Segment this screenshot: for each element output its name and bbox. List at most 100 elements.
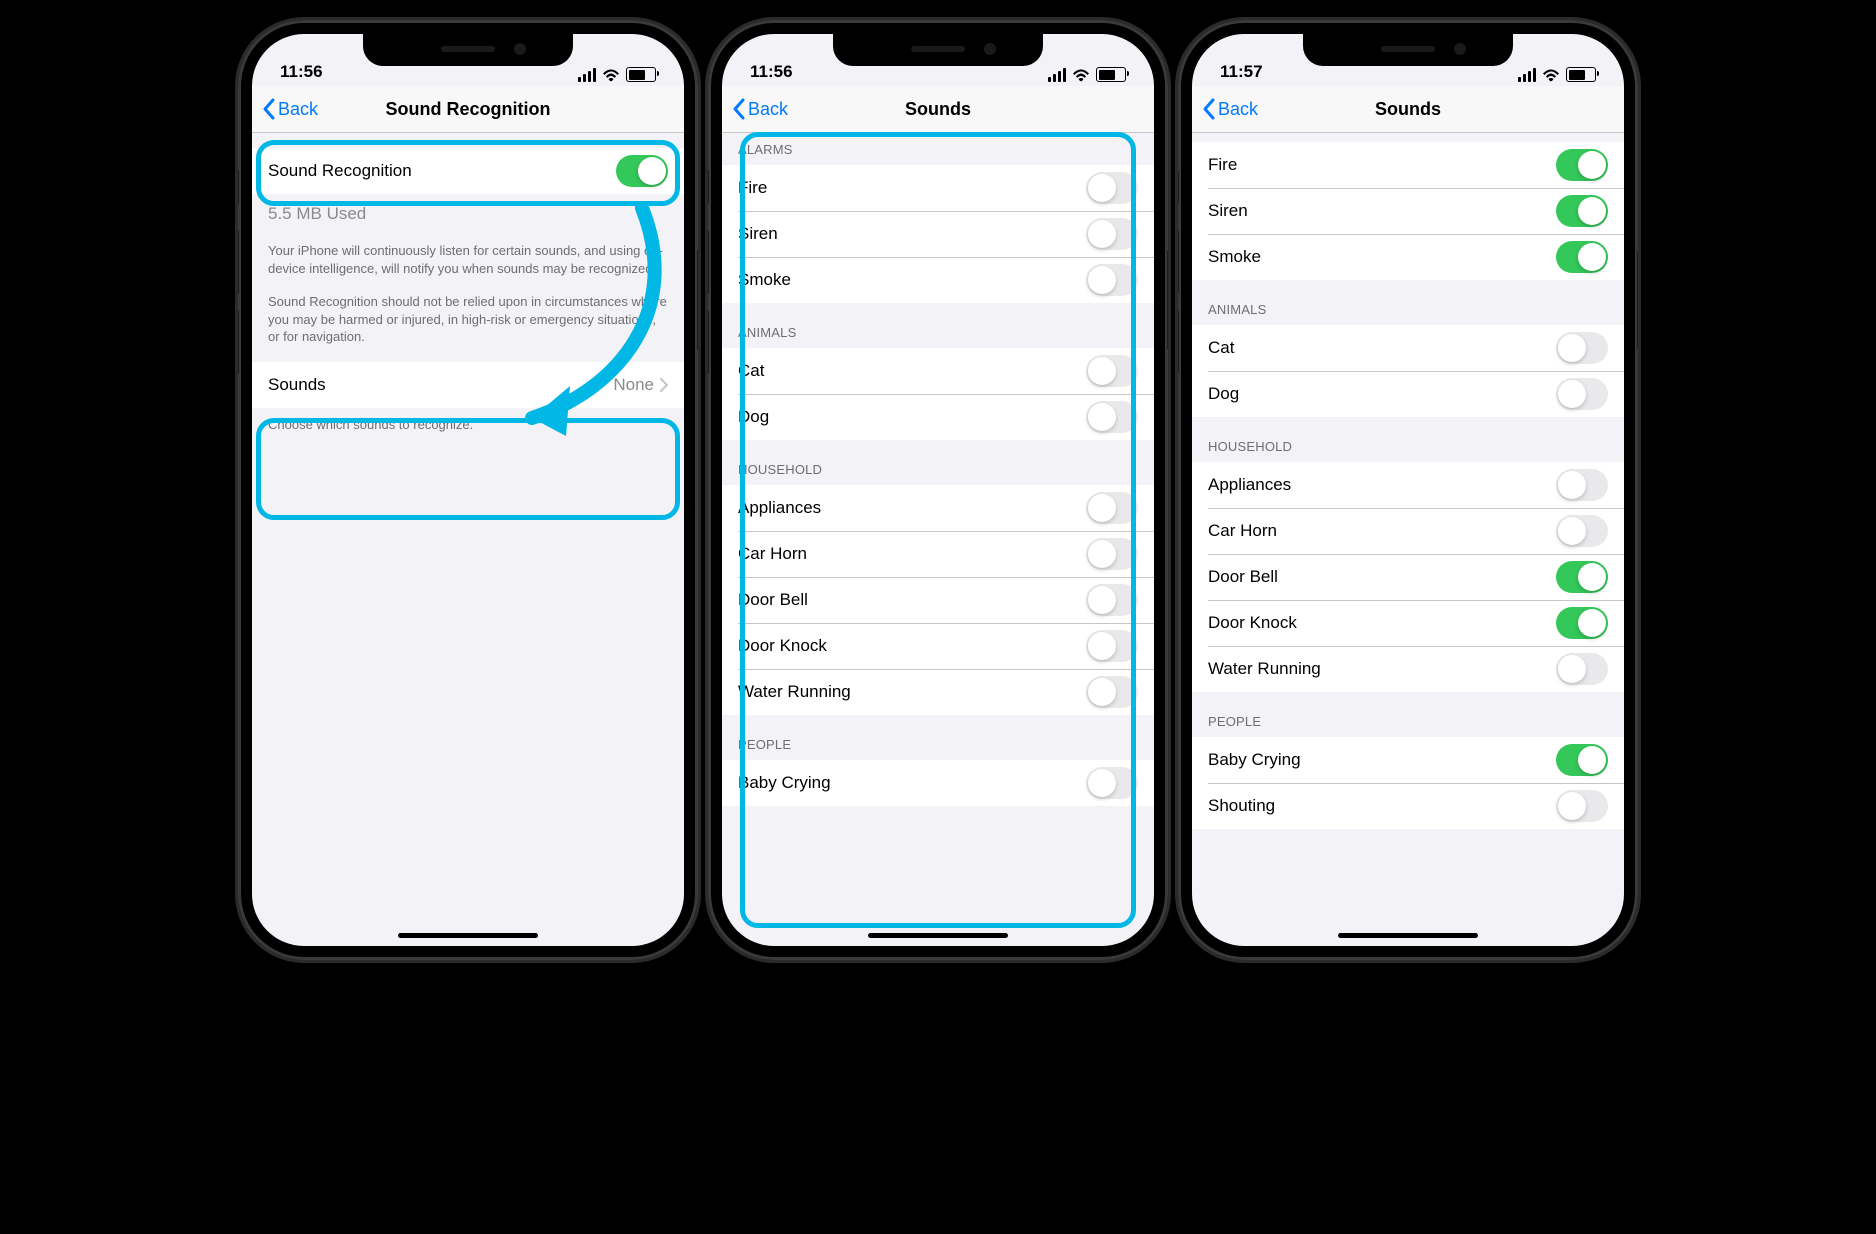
sound-toggle-smoke[interactable] xyxy=(1086,264,1138,296)
sound-row-door-bell[interactable]: Door Bell xyxy=(1192,554,1624,600)
back-button[interactable]: Back xyxy=(1202,98,1258,120)
sound-label: Water Running xyxy=(738,682,1086,702)
sound-label: Door Knock xyxy=(738,636,1086,656)
sound-toggle-door-bell[interactable] xyxy=(1086,584,1138,616)
sound-row-smoke[interactable]: Smoke xyxy=(722,257,1154,303)
cellular-signal-icon xyxy=(1048,68,1066,82)
sound-toggle-door-knock[interactable] xyxy=(1556,607,1608,639)
sound-toggle-car-horn[interactable] xyxy=(1086,538,1138,570)
sound-label: Door Knock xyxy=(1208,613,1556,633)
battery-icon xyxy=(1566,67,1596,82)
nav-title: Sounds xyxy=(1375,99,1441,120)
sound-row-cat[interactable]: Cat xyxy=(722,348,1154,394)
cellular-signal-icon xyxy=(578,68,596,82)
sound-toggle-siren[interactable] xyxy=(1086,218,1138,250)
sound-label: Appliances xyxy=(1208,475,1556,495)
description-text-2: Sound Recognition should not be relied u… xyxy=(252,285,684,354)
nav-title: Sounds xyxy=(905,99,971,120)
sound-toggle-cat[interactable] xyxy=(1556,332,1608,364)
sound-row-fire[interactable]: Fire xyxy=(1192,142,1624,188)
chevron-left-icon xyxy=(262,98,276,120)
chevron-left-icon xyxy=(732,98,746,120)
sound-row-car-horn[interactable]: Car Horn xyxy=(1192,508,1624,554)
sound-row-appliances[interactable]: Appliances xyxy=(722,485,1154,531)
sound-toggle-baby-crying[interactable] xyxy=(1086,767,1138,799)
sound-label: Siren xyxy=(738,224,1086,244)
nav-bar: Back Sound Recognition xyxy=(252,86,684,133)
sound-label: Baby Crying xyxy=(738,773,1086,793)
sound-recognition-toggle[interactable] xyxy=(616,155,668,187)
section-header: HOUSEHOLD xyxy=(1192,417,1624,462)
sound-toggle-smoke[interactable] xyxy=(1556,241,1608,273)
wifi-icon xyxy=(1072,68,1090,82)
sound-toggle-car-horn[interactable] xyxy=(1556,515,1608,547)
battery-icon xyxy=(1096,67,1126,82)
sound-toggle-appliances[interactable] xyxy=(1556,469,1608,501)
sound-toggle-water-running[interactable] xyxy=(1086,676,1138,708)
cellular-signal-icon xyxy=(1518,68,1536,82)
sound-recognition-toggle-row[interactable]: Sound Recognition xyxy=(252,148,684,194)
sound-row-baby-crying[interactable]: Baby Crying xyxy=(722,760,1154,806)
sound-row-dog[interactable]: Dog xyxy=(1192,371,1624,417)
section-header: PEOPLE xyxy=(722,715,1154,760)
sound-label: Dog xyxy=(738,407,1086,427)
sound-row-shouting[interactable]: Shouting xyxy=(1192,783,1624,829)
sound-row-water-running[interactable]: Water Running xyxy=(1192,646,1624,692)
sound-row-door-bell[interactable]: Door Bell xyxy=(722,577,1154,623)
sound-toggle-siren[interactable] xyxy=(1556,195,1608,227)
sound-toggle-fire[interactable] xyxy=(1556,149,1608,181)
home-indicator[interactable] xyxy=(398,933,538,938)
sound-toggle-shouting[interactable] xyxy=(1556,790,1608,822)
back-label: Back xyxy=(278,99,318,120)
sound-row-door-knock[interactable]: Door Knock xyxy=(722,623,1154,669)
sound-row-appliances[interactable]: Appliances xyxy=(1192,462,1624,508)
sound-label: Appliances xyxy=(738,498,1086,518)
section-header: ANIMALS xyxy=(722,303,1154,348)
sound-toggle-door-knock[interactable] xyxy=(1086,630,1138,662)
sound-toggle-baby-crying[interactable] xyxy=(1556,744,1608,776)
sound-toggle-door-bell[interactable] xyxy=(1556,561,1608,593)
back-button[interactable]: Back xyxy=(262,98,318,120)
sound-row-cat[interactable]: Cat xyxy=(1192,325,1624,371)
sound-row-door-knock[interactable]: Door Knock xyxy=(1192,600,1624,646)
description-text-1: Your iPhone will continuously listen for… xyxy=(252,234,684,285)
sound-row-baby-crying[interactable]: Baby Crying xyxy=(1192,737,1624,783)
toggle-label: Sound Recognition xyxy=(268,161,616,181)
sound-toggle-fire[interactable] xyxy=(1086,172,1138,204)
sounds-footer: Choose which sounds to recognize. xyxy=(252,408,684,442)
home-indicator[interactable] xyxy=(1338,933,1478,938)
section-header: ANIMALS xyxy=(1192,280,1624,325)
back-label: Back xyxy=(748,99,788,120)
sound-row-car-horn[interactable]: Car Horn xyxy=(722,531,1154,577)
sound-label: Dog xyxy=(1208,384,1556,404)
phone-sound-recognition: 11:56 Back Sound Recognition Sound Recog… xyxy=(238,20,698,960)
status-time: 11:57 xyxy=(1220,62,1263,82)
sound-label: Smoke xyxy=(738,270,1086,290)
sound-row-smoke[interactable]: Smoke xyxy=(1192,234,1624,280)
sound-row-siren[interactable]: Siren xyxy=(722,211,1154,257)
sound-label: Smoke xyxy=(1208,247,1556,267)
sounds-row[interactable]: Sounds None xyxy=(252,362,684,408)
sound-row-fire[interactable]: Fire xyxy=(722,165,1154,211)
storage-used-label: 5.5 MB Used xyxy=(252,194,684,234)
back-button[interactable]: Back xyxy=(732,98,788,120)
sound-toggle-dog[interactable] xyxy=(1086,401,1138,433)
home-indicator[interactable] xyxy=(868,933,1008,938)
chevron-left-icon xyxy=(1202,98,1216,120)
status-time: 11:56 xyxy=(280,62,323,82)
sound-toggle-water-running[interactable] xyxy=(1556,653,1608,685)
sound-label: Water Running xyxy=(1208,659,1556,679)
sound-toggle-dog[interactable] xyxy=(1556,378,1608,410)
sound-row-water-running[interactable]: Water Running xyxy=(722,669,1154,715)
sound-toggle-appliances[interactable] xyxy=(1086,492,1138,524)
sound-label: Fire xyxy=(1208,155,1556,175)
sound-label: Car Horn xyxy=(1208,521,1556,541)
sound-toggle-cat[interactable] xyxy=(1086,355,1138,387)
wifi-icon xyxy=(602,68,620,82)
sound-row-dog[interactable]: Dog xyxy=(722,394,1154,440)
chevron-right-icon xyxy=(660,378,668,392)
nav-title: Sound Recognition xyxy=(386,99,551,120)
sounds-label: Sounds xyxy=(268,375,613,395)
sound-row-siren[interactable]: Siren xyxy=(1192,188,1624,234)
sounds-value: None xyxy=(613,375,654,395)
